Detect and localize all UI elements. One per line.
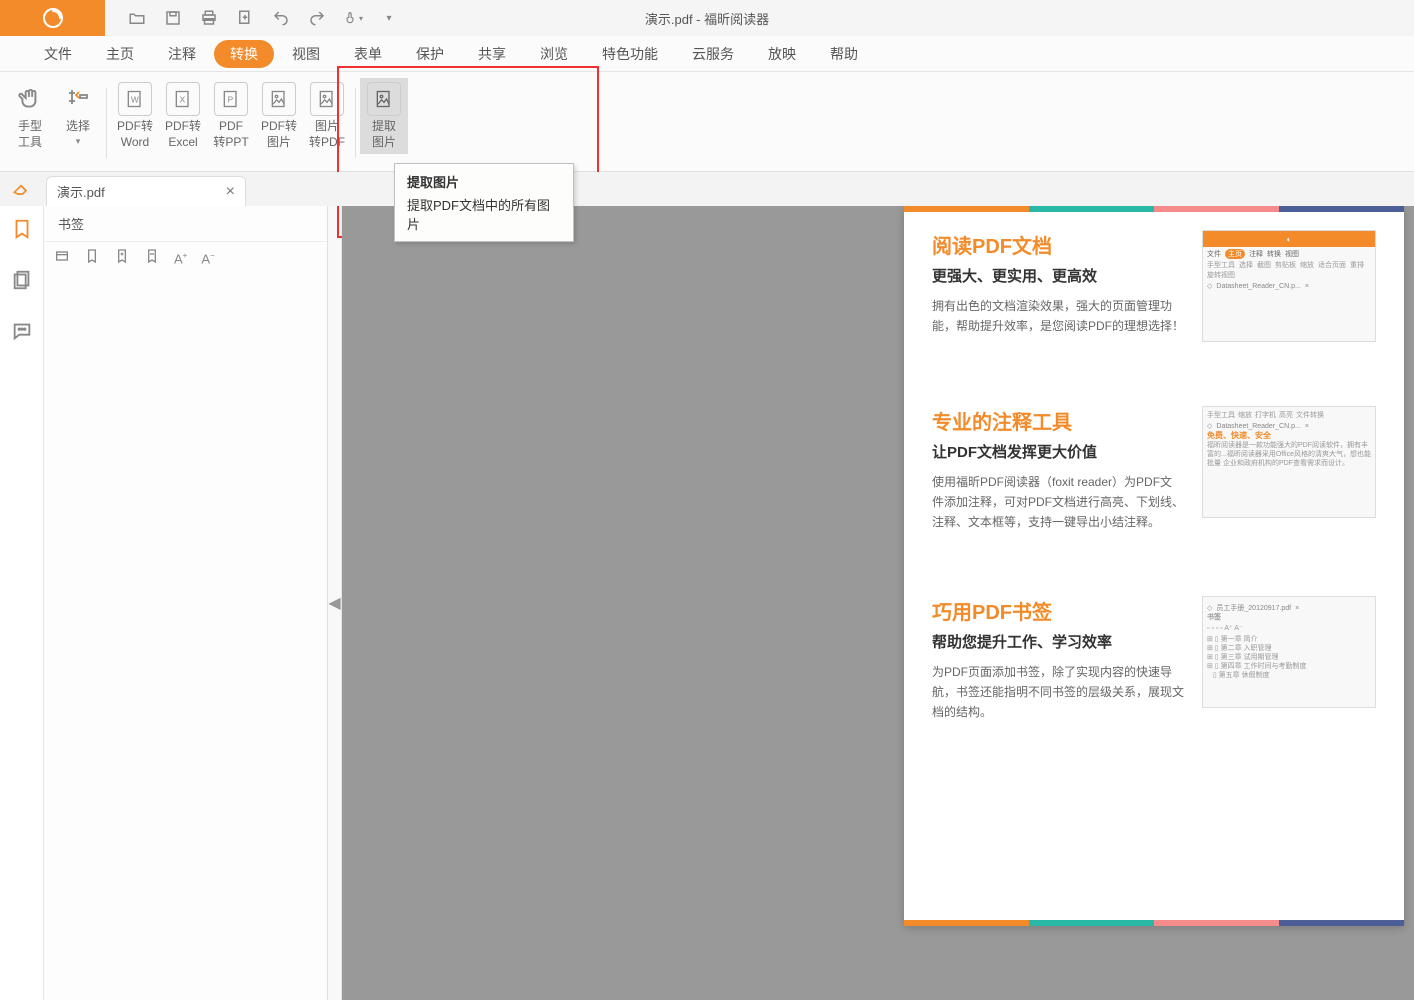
page-bottom-stripe	[904, 920, 1404, 926]
sec2-title: 专业的注释工具	[932, 406, 1184, 435]
page-section-bookmark: 巧用PDF书签 帮助您提升工作、学习效率 为PDF页面添加书签，除了实现内容的快…	[904, 572, 1404, 722]
svg-text:X: X	[180, 94, 186, 104]
menu-share[interactable]: 共享	[462, 38, 522, 70]
separator	[355, 88, 356, 158]
tooltip: 提取图片 提取PDF文档中的所有图片	[394, 163, 574, 242]
sec1-body: 拥有出色的文档渲染效果，强大的页面管理功能，帮助提升效率，是您阅读PDF的理想选…	[932, 296, 1184, 336]
window-title: 演示.pdf - 福昕阅读器	[645, 9, 769, 28]
menu-slideshow[interactable]: 放映	[752, 38, 812, 70]
bookmark-toolbar: A+ A−	[44, 242, 327, 275]
sec3-title: 巧用PDF书签	[932, 596, 1184, 625]
menu-convert[interactable]: 转换	[214, 40, 274, 68]
main-area: 书签 A+ A− ◀ 阅读PDF文档 更强大、更实用、更高效 拥有出色的文档渲染…	[0, 206, 1414, 1000]
navigation-sidebar	[0, 206, 44, 1000]
svg-text:P: P	[228, 94, 234, 104]
image-to-pdf-button[interactable]: 图片 转PDF	[303, 78, 351, 154]
hand-tool-button[interactable]: 手型 工具	[6, 78, 54, 154]
redo-icon[interactable]	[307, 8, 327, 28]
menu-annotate[interactable]: 注释	[152, 38, 212, 70]
pdf-to-word-button[interactable]: W PDF转 Word	[111, 78, 159, 154]
bm-font-larger-icon[interactable]: A+	[174, 251, 187, 266]
menu-file[interactable]: 文件	[28, 38, 88, 70]
touch-mode-icon[interactable]: ▾	[343, 8, 363, 28]
tab-close-icon[interactable]: ×	[226, 183, 235, 201]
menu-features[interactable]: 特色功能	[586, 38, 674, 70]
pdf-page: 阅读PDF文档 更强大、更实用、更高效 拥有出色的文档渲染效果，强大的页面管理功…	[904, 206, 1404, 926]
menu-help[interactable]: 帮助	[814, 38, 874, 70]
bm-font-smaller-icon[interactable]: A−	[201, 251, 214, 266]
bm-delete-bookmark-icon[interactable]	[144, 248, 160, 269]
menu-browse[interactable]: 浏览	[524, 38, 584, 70]
page-section-read: 阅读PDF文档 更强大、更实用、更高效 拥有出色的文档渲染效果，强大的页面管理功…	[904, 206, 1404, 342]
comments-nav-icon[interactable]	[11, 320, 33, 347]
svg-text:W: W	[131, 94, 139, 104]
eraser-icon[interactable]	[0, 172, 42, 206]
bm-bookmark-icon[interactable]	[84, 248, 100, 269]
tab-strip: 演示.pdf ×	[0, 172, 1414, 206]
sec2-body: 使用福昕PDF阅读器（foxit reader）为PDF文件添加注释，可对PDF…	[932, 472, 1184, 532]
bookmark-panel: 书签 A+ A−	[44, 206, 328, 1000]
sec1-thumbnail: ◐ 文件主页注释转换视图 手型工具选择截图剪贴板缩放适合页面重排旋转视图 ◇ D…	[1202, 230, 1376, 342]
menu-form[interactable]: 表单	[338, 38, 398, 70]
save-icon[interactable]	[163, 8, 183, 28]
customize-dropdown-icon[interactable]: ▾	[379, 8, 399, 28]
undo-icon[interactable]	[271, 8, 291, 28]
sec3-body: 为PDF页面添加书签，除了实现内容的快速导航，书签还能指明不同书签的层级关系，展…	[932, 662, 1184, 722]
tab-filename: 演示.pdf	[57, 182, 105, 201]
ribbon: 手型 工具 选择 ▾ W PDF转 Word X PDF转 Excel P PD…	[0, 72, 1414, 172]
tooltip-desc: 提取PDF文档中的所有图片	[407, 195, 561, 233]
sec2-thumbnail: 手型工具缩放打字机高亮文件转换 ◇ Datasheet_Reader_CN.p.…	[1202, 406, 1376, 518]
sec3-thumbnail: ◇ 员工手册_20120917.pdf × 书签 ▫ ▫ ▫ ▫ A⁺ A⁻ ⊞…	[1202, 596, 1376, 708]
bookmark-header: 书签	[44, 206, 327, 242]
page-section-annotate: 专业的注释工具 让PDF文档发挥更大价值 使用福昕PDF阅读器（foxit re…	[904, 382, 1404, 532]
new-doc-icon[interactable]	[235, 8, 255, 28]
sec2-subtitle: 让PDF文档发挥更大价值	[932, 441, 1184, 462]
bookmark-nav-icon[interactable]	[11, 218, 33, 245]
app-logo	[0, 0, 105, 36]
sec1-title: 阅读PDF文档	[932, 230, 1184, 259]
page-top-stripe	[904, 206, 1404, 212]
menu-view[interactable]: 视图	[276, 38, 336, 70]
bm-add-bookmark-icon[interactable]	[114, 248, 130, 269]
menu-home[interactable]: 主页	[90, 38, 150, 70]
open-icon[interactable]	[127, 8, 147, 28]
bm-expand-icon[interactable]	[54, 248, 70, 269]
extract-image-button[interactable]: 提取 图片	[360, 78, 408, 154]
panel-collapse-handle[interactable]: ◀	[328, 206, 342, 1000]
separator	[106, 88, 107, 158]
document-tab[interactable]: 演示.pdf ×	[46, 176, 246, 206]
document-viewer[interactable]: 阅读PDF文档 更强大、更实用、更高效 拥有出色的文档渲染效果，强大的页面管理功…	[342, 206, 1414, 1000]
pages-nav-icon[interactable]	[11, 269, 33, 296]
pdf-to-ppt-button[interactable]: P PDF 转PPT	[207, 78, 255, 154]
tooltip-title: 提取图片	[407, 172, 561, 191]
sec3-subtitle: 帮助您提升工作、学习效率	[932, 631, 1184, 652]
menu-protect[interactable]: 保护	[400, 38, 460, 70]
select-tool-button[interactable]: 选择 ▾	[54, 78, 102, 151]
quick-access-toolbar: ▾ ▾	[105, 8, 399, 28]
menu-cloud[interactable]: 云服务	[676, 38, 750, 70]
sec1-subtitle: 更强大、更实用、更高效	[932, 265, 1184, 286]
pdf-to-excel-button[interactable]: X PDF转 Excel	[159, 78, 207, 154]
print-icon[interactable]	[199, 8, 219, 28]
pdf-to-image-button[interactable]: PDF转 图片	[255, 78, 303, 154]
menu-bar: 文件 主页 注释 转换 视图 表单 保护 共享 浏览 特色功能 云服务 放映 帮…	[0, 36, 1414, 72]
title-bar: ▾ ▾ 演示.pdf - 福昕阅读器	[0, 0, 1414, 36]
foxit-logo-icon	[41, 6, 65, 30]
